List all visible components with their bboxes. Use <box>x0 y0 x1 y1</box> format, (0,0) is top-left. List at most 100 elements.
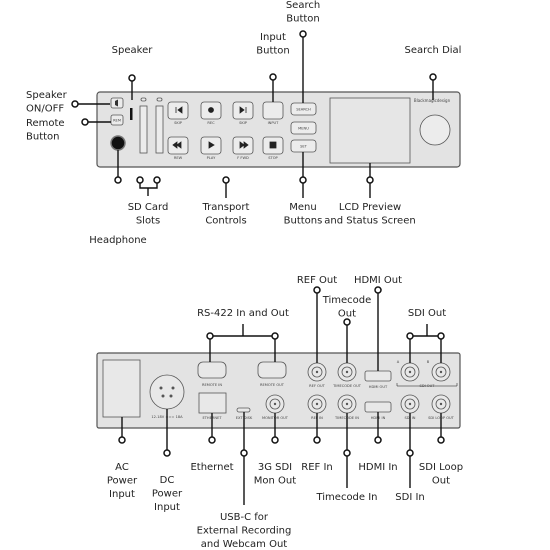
hdmi-out-label: HDMI OUT <box>369 385 388 389</box>
usbc-callout-dot <box>240 449 248 457</box>
timecode-out-callout-dot <box>343 318 351 326</box>
ac-power-socket <box>102 359 141 418</box>
sd-led-2 <box>156 97 163 102</box>
hdmi-in-callout-dot <box>374 436 382 444</box>
hdmi-in-callout-label: HDMI In <box>358 462 397 473</box>
headphone-callout-label: Headphone <box>89 235 146 246</box>
diagram-canvas: REM SKIP REC SKIP INPUT REW PLAY F FWD STOP SEA… <box>26 0 463 550</box>
ref-out-label: REF OUT <box>309 384 325 388</box>
hdmi-out-callout-label: HDMI Out <box>354 275 402 286</box>
ref-out-callout-label: REF Out <box>297 275 337 286</box>
set-label: SET <box>300 145 308 149</box>
ref-in-callout-dot <box>313 436 321 444</box>
dc-power-callout-label: Input <box>154 502 180 513</box>
usbc-callout-label: External Recording <box>197 526 292 537</box>
sd-card-slots-callout-label: Slots <box>136 216 160 227</box>
input-button-callout-label: Button <box>256 46 290 57</box>
remote-button-callout-dot <box>81 118 89 126</box>
timecode-out-callout-label: Out <box>338 309 356 320</box>
timecode-out-label: TIMECODE OUT <box>332 384 362 388</box>
input-label: INPUT <box>268 121 280 125</box>
sdi-out-label: SDI OUT <box>420 384 436 388</box>
rs422-callout-dot <box>206 332 214 340</box>
stop-label: STOP <box>268 156 278 160</box>
sd-card-slots-callout-dot <box>153 176 161 184</box>
play-label: PLAY <box>207 156 216 160</box>
menu-label: MENU <box>298 127 309 131</box>
connection-diagram: REM SKIP REC SKIP INPUT REW PLAY F FWD STOP SEA… <box>0 0 550 550</box>
lcd-callout-label: LCD Preview <box>339 202 401 213</box>
remote-in-label: REMOTE IN <box>202 383 222 387</box>
timecode-in-callout-label: Timecode In <box>315 492 377 503</box>
menu-buttons-callout-label: Menu <box>289 202 316 213</box>
menu-buttons-callout-dot <box>299 176 307 184</box>
input-button-callout-label: Input <box>260 32 286 43</box>
lcd-screen <box>329 97 411 164</box>
rewind-label: REW <box>174 156 183 160</box>
lcd-callout-label: and Status Screen <box>324 216 415 227</box>
remote-button-callout-label: Button <box>26 132 60 143</box>
sdi-out-callout-dot <box>406 332 414 340</box>
hdmi-in-port <box>364 401 392 413</box>
sd-card-slots-callout-dot <box>136 176 144 184</box>
usbc-port <box>236 407 251 413</box>
sdi-loop-callout-label: Out <box>432 476 450 487</box>
skip-back-label: SKIP <box>174 121 183 125</box>
ethernet-callout-label: Ethernet <box>190 462 233 473</box>
sdi-in-callout-dot <box>406 449 414 457</box>
ac-power-callout-dot <box>118 436 126 444</box>
headphone-callout-dot <box>114 176 122 184</box>
usbc-callout-label: USB-C for <box>220 512 269 523</box>
remote-label: REM <box>113 119 121 123</box>
skip-forward-label: SKIP <box>239 121 248 125</box>
ref-in-callout-label: REF In <box>301 462 332 473</box>
timecode-in-callout-dot <box>343 449 351 457</box>
speaker-callout-dot <box>128 74 136 82</box>
mon-out-callout-label: Mon Out <box>254 476 296 487</box>
headphone-jack <box>110 135 126 151</box>
search-dial[interactable] <box>419 114 451 146</box>
search-button-callout-dot <box>299 30 307 38</box>
ac-power-callout-label: AC <box>115 462 129 473</box>
rs422-callout-dot <box>271 332 279 340</box>
search-dial-callout-dot <box>429 73 437 81</box>
sdi-out-callout-dot <box>437 332 445 340</box>
usbc-callout-label: and Webcam Out <box>201 539 288 550</box>
transport-controls-callout-dot <box>222 176 230 184</box>
remote-button-callout-label: Remote <box>26 118 65 129</box>
timecode-out-callout-label: Timecode <box>322 295 372 306</box>
sd-led-1 <box>140 97 147 102</box>
rs422-callout-label: RS-422 In and Out <box>197 308 289 319</box>
ethernet-port <box>198 392 227 414</box>
hdmi-out-callout-dot <box>374 286 382 294</box>
speaker-callout-label: Speaker <box>112 45 154 56</box>
sd-slot-1[interactable] <box>139 105 148 154</box>
record-label: REC <box>207 121 215 125</box>
ac-power-callout-label: Power <box>107 476 138 487</box>
front-panel: REM SKIP REC SKIP INPUT REW PLAY F FWD STOP SEA… <box>96 91 461 168</box>
dc-power-callout-label: DC <box>160 475 175 486</box>
lcd-callout-dot <box>366 176 374 184</box>
transport-controls-callout-label: Transport <box>202 202 250 213</box>
sd-slot-2[interactable] <box>155 105 164 154</box>
input-button[interactable] <box>262 101 284 120</box>
remote-out-label: REMOTE OUT <box>260 383 285 387</box>
mon-out-callout-dot <box>271 436 279 444</box>
search-button-callout-label: Button <box>286 14 320 25</box>
speaker-on-off-callout-dot <box>71 100 79 108</box>
sdi-out-callout-label: SDI Out <box>408 308 446 319</box>
speaker-grille <box>130 108 133 120</box>
menu-buttons-callout-label: Buttons <box>284 216 323 227</box>
search-button-callout-label: Search <box>286 0 320 11</box>
dc-power-callout-dot <box>163 449 171 457</box>
sdi-loop-callout-dot <box>437 436 445 444</box>
fast-forward-label: F FWD <box>237 156 249 160</box>
remote-out-port <box>257 361 287 379</box>
sdi-in-callout-label: SDI In <box>395 492 424 503</box>
speaker-on-off-callout-label: ON/OFF <box>26 104 64 115</box>
ethernet-callout-dot <box>208 436 216 444</box>
brand-logo: Blackmagicdesign <box>414 98 451 103</box>
remote-in-port <box>197 361 227 379</box>
ac-power-callout-label: Input <box>109 489 135 500</box>
rear-panel: 12-18V === 18A REMOTE IN REMOTE OUT ETHE… <box>96 352 461 429</box>
